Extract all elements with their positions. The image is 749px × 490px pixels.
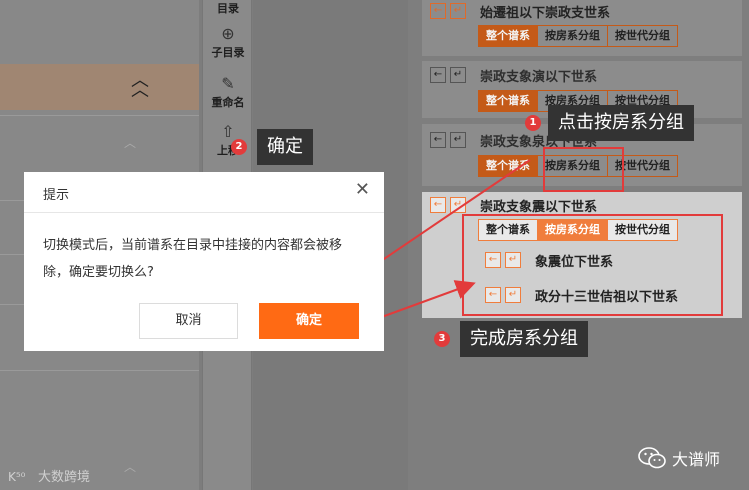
callout-step-3-text: 完成房系分组 — [470, 328, 578, 349]
dialog-divider — [24, 212, 384, 213]
confirm-button[interactable]: 确定 — [259, 303, 359, 339]
close-icon[interactable]: ✕ — [355, 180, 370, 200]
step-badge-2: 2 — [231, 139, 247, 155]
callout-step-1-text: 点击按房系分组 — [558, 112, 684, 133]
confirm-dialog: 提示 ✕ 切换模式后，当前谱系在目录中挂接的内容都会被移除，确定要切换么? 取消… — [24, 172, 384, 351]
wechat-icon — [638, 447, 666, 469]
callout-step-3: 完成房系分组 — [460, 321, 588, 357]
brand-watermark: 大谱师 — [638, 446, 720, 470]
callout-step-2: 确定 — [257, 129, 313, 165]
dialog-message: 切换模式后，当前谱系在目录中挂接的内容都会被移除，确定要切换么? — [43, 238, 343, 280]
callout-step-1: 点击按房系分组 — [548, 105, 694, 141]
callout-step-2-text: 确定 — [267, 136, 303, 157]
step-badge-1: 1 — [525, 115, 541, 131]
step-badge-3: 3 — [434, 331, 450, 347]
brand-name: 大谱师 — [672, 450, 721, 469]
cancel-button[interactable]: 取消 — [139, 303, 238, 339]
dialog-title: 提示 — [43, 188, 70, 203]
